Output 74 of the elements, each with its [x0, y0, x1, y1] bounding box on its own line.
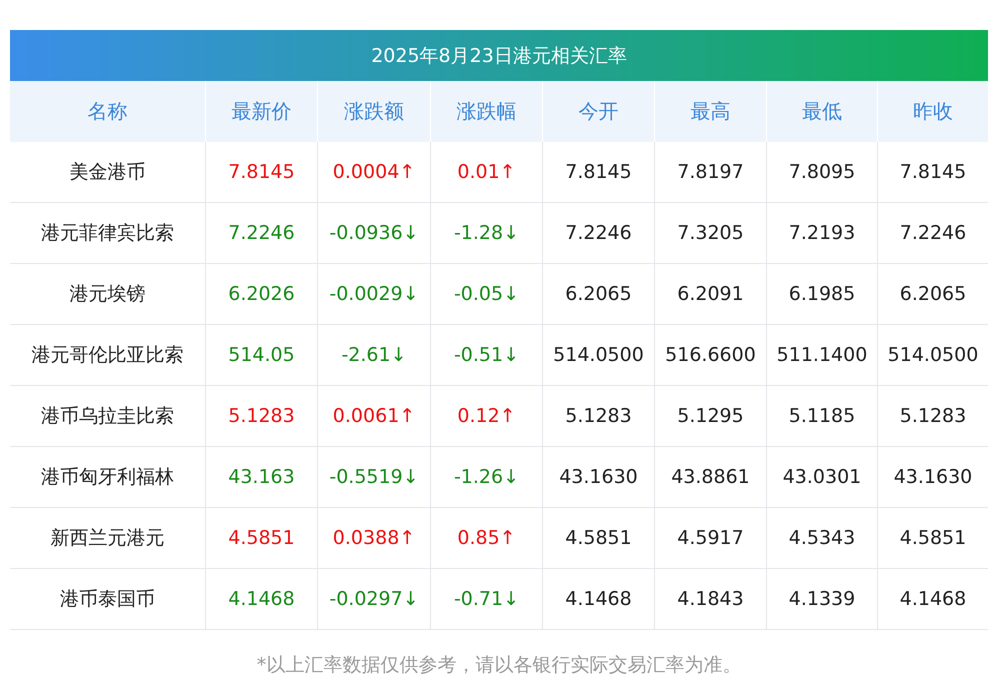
table-cell: -0.5519↓ — [317, 447, 430, 508]
table-title: 2025年8月23日港元相关汇率 — [10, 30, 988, 81]
table-cell: -1.26↓ — [430, 447, 542, 508]
table-cell: 0.85↑ — [430, 508, 542, 569]
column-header: 最新价 — [205, 81, 317, 142]
table-cell: 43.8861 — [654, 447, 766, 508]
table-cell: 0.12↑ — [430, 386, 542, 447]
table-cell: -0.05↓ — [430, 264, 542, 325]
table-cell: 7.8145 — [542, 142, 654, 203]
table-cell: 港元菲律宾比索 — [10, 203, 205, 264]
column-header: 名称 — [10, 81, 205, 142]
table-cell: 6.2026 — [205, 264, 317, 325]
table-cell: 6.2065 — [877, 264, 988, 325]
table-cell: 港币匈牙利福林 — [10, 447, 205, 508]
table-cell: 4.1468 — [542, 569, 654, 630]
table-cell: 6.2091 — [654, 264, 766, 325]
table-cell: 43.0301 — [766, 447, 877, 508]
table-cell: 美金港币 — [10, 142, 205, 203]
table-cell: -0.71↓ — [430, 569, 542, 630]
table-cell: 514.0500 — [877, 325, 988, 386]
table-cell: 514.0500 — [542, 325, 654, 386]
table-cell: 0.0004↑ — [317, 142, 430, 203]
table-cell: -0.51↓ — [430, 325, 542, 386]
table-cell: 43.1630 — [877, 447, 988, 508]
table-cell: -0.0029↓ — [317, 264, 430, 325]
table-cell: 7.8145 — [877, 142, 988, 203]
table-cell: 0.0061↑ — [317, 386, 430, 447]
table-cell: 港币泰国币 — [10, 569, 205, 630]
table-cell: 港元哥伦比亚比索 — [10, 325, 205, 386]
table-cell: 4.5851 — [542, 508, 654, 569]
table-cell: -0.0936↓ — [317, 203, 430, 264]
table-cell: 4.5917 — [654, 508, 766, 569]
column-header: 最低 — [766, 81, 877, 142]
table-cell: -0.0297↓ — [317, 569, 430, 630]
table-cell: 0.01↑ — [430, 142, 542, 203]
column-header: 今开 — [542, 81, 654, 142]
table-cell: 7.3205 — [654, 203, 766, 264]
table-cell: -1.28↓ — [430, 203, 542, 264]
footnote: *以上汇率数据仅供参考，请以各银行实际交易汇率为准。 — [256, 653, 742, 678]
table-cell: 7.8197 — [654, 142, 766, 203]
table-cell: 4.5343 — [766, 508, 877, 569]
table-cell: 7.2246 — [877, 203, 988, 264]
table-cell: 7.2246 — [542, 203, 654, 264]
table-cell: 4.5851 — [877, 508, 988, 569]
table-cell: 43.163 — [205, 447, 317, 508]
table-cell: 5.1295 — [654, 386, 766, 447]
table-cell: 4.5851 — [205, 508, 317, 569]
table-cell: 4.1843 — [654, 569, 766, 630]
table-cell: 6.1985 — [766, 264, 877, 325]
table-cell: 4.1339 — [766, 569, 877, 630]
table-cell: 7.2193 — [766, 203, 877, 264]
table-cell: 7.8145 — [205, 142, 317, 203]
table-cell: 511.1400 — [766, 325, 877, 386]
column-header: 涨跌幅 — [430, 81, 542, 142]
table-cell: 516.6600 — [654, 325, 766, 386]
table-cell: 4.1468 — [877, 569, 988, 630]
table-cell: 43.1630 — [542, 447, 654, 508]
table-cell: 4.1468 — [205, 569, 317, 630]
table-cell: 5.1283 — [877, 386, 988, 447]
table-cell: 5.1283 — [205, 386, 317, 447]
table-cell: 5.1283 — [542, 386, 654, 447]
table-cell: 港元埃镑 — [10, 264, 205, 325]
column-header: 昨收 — [877, 81, 988, 142]
table-cell: 新西兰元港元 — [10, 508, 205, 569]
column-header: 最高 — [654, 81, 766, 142]
table-cell: 0.0388↑ — [317, 508, 430, 569]
table-cell: 7.2246 — [205, 203, 317, 264]
table-cell: 7.8095 — [766, 142, 877, 203]
table-cell: 514.05 — [205, 325, 317, 386]
table-cell: 5.1185 — [766, 386, 877, 447]
table-cell: 港币乌拉圭比索 — [10, 386, 205, 447]
column-header: 涨跌额 — [317, 81, 430, 142]
table-cell: -2.61↓ — [317, 325, 430, 386]
table-cell: 6.2065 — [542, 264, 654, 325]
